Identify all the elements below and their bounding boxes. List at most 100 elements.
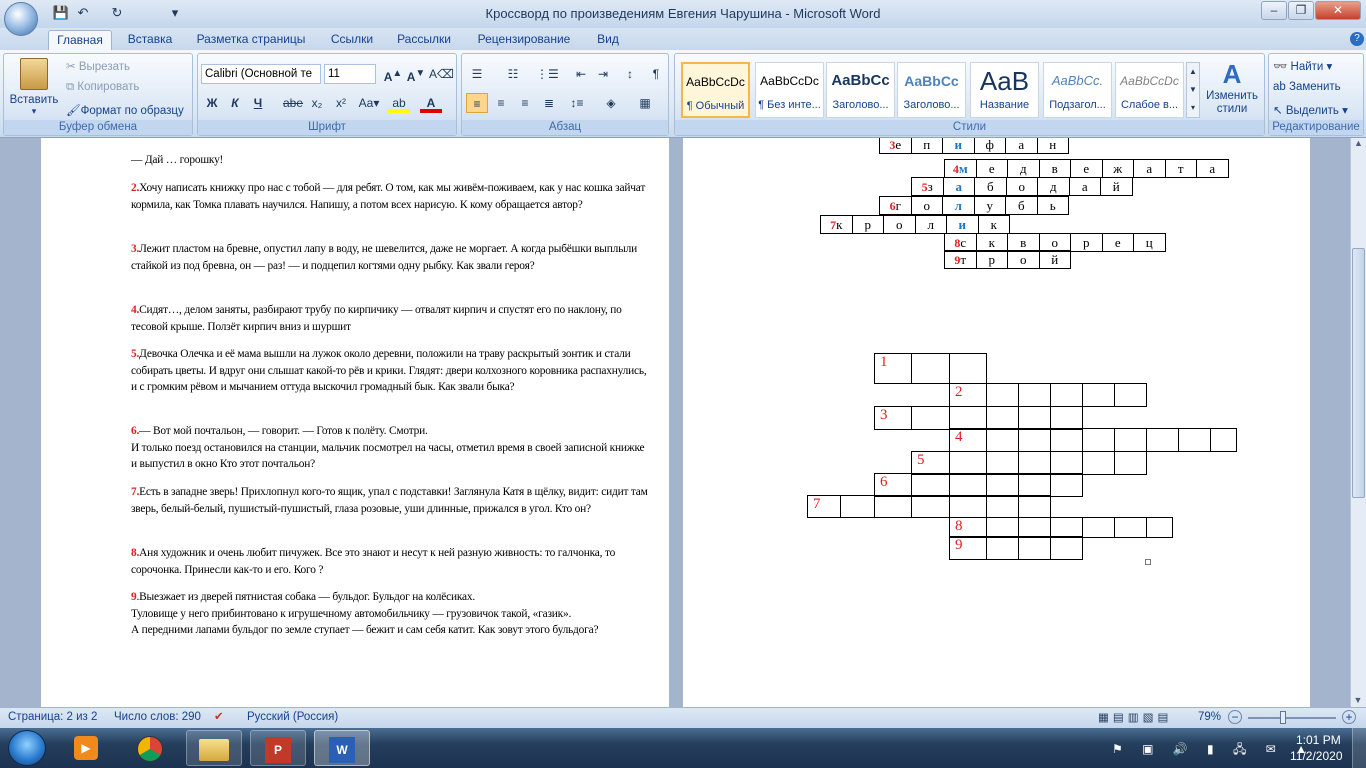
shading-icon[interactable]: ◈ (600, 93, 622, 113)
crossword-cell[interactable] (1178, 428, 1211, 452)
solved-cell[interactable]: а (1133, 159, 1166, 178)
crossword-cell[interactable]: 6 (874, 473, 912, 497)
crossword-cell[interactable] (1050, 428, 1083, 452)
bullets-icon[interactable]: ☰ (466, 64, 488, 84)
solved-cell[interactable]: 5з (911, 177, 944, 196)
align-left-icon[interactable]: ≡ (466, 93, 488, 113)
solved-cell[interactable]: б (1005, 196, 1038, 215)
solved-cell[interactable]: у (973, 196, 1006, 215)
style-subtle-emphasis[interactable]: AaBbCcDc Слабое в... (1115, 62, 1184, 118)
tab-insert[interactable]: Вставка (120, 30, 180, 50)
solved-cell[interactable]: р (851, 215, 884, 234)
scroll-up-icon[interactable]: ▲ (1351, 138, 1366, 154)
align-right-icon[interactable]: ≡ (514, 93, 536, 113)
crossword-cell[interactable] (949, 406, 987, 430)
crossword-cell[interactable] (1146, 517, 1173, 538)
style-heading1[interactable]: AaBbCc Заголово... (826, 62, 895, 118)
crossword-cell[interactable] (986, 406, 1019, 430)
crossword-cell[interactable] (986, 495, 1019, 518)
crossword-cell[interactable] (1210, 428, 1237, 452)
crossword-cell[interactable] (986, 383, 1019, 407)
style-subtitle[interactable]: AaBbCc. Подзагол... (1043, 62, 1112, 118)
increase-indent-icon[interactable]: ⇥ (592, 64, 614, 84)
solved-cell[interactable]: й (1038, 250, 1071, 269)
solved-cell[interactable]: 7к (820, 215, 853, 234)
solved-cell[interactable]: и (942, 138, 975, 154)
crossword-cell[interactable] (1082, 383, 1115, 407)
page-left[interactable]: — Дай … горошку! 2.Хочу написать книжку … (41, 138, 669, 707)
crossword-cell[interactable] (986, 428, 1019, 452)
font-size-select[interactable]: 11 (324, 64, 376, 84)
media-player-icon[interactable]: ▶ (58, 730, 114, 766)
crossword-cell[interactable]: 1 (874, 353, 912, 384)
restore-button[interactable]: ❐ (1288, 1, 1314, 20)
font-name-select[interactable]: Calibri (Основной те (201, 64, 321, 84)
find-button[interactable]: 👓 Найти ▾ (1273, 59, 1332, 73)
crossword-cell[interactable] (1018, 451, 1051, 475)
crossword-cell[interactable] (1050, 473, 1083, 497)
language[interactable]: Русский (Россия) (247, 711, 338, 723)
zoom-level[interactable]: 79% (1198, 711, 1221, 723)
zoom-in-icon[interactable]: + (1342, 710, 1356, 724)
line-spacing-icon[interactable]: ↕≡ (566, 93, 588, 113)
crossword-cell[interactable] (1018, 428, 1051, 452)
crossword-cell[interactable] (986, 451, 1019, 475)
solved-cell[interactable]: в (1038, 159, 1071, 178)
solved-cell[interactable]: е (975, 159, 1008, 178)
tab-layout[interactable]: Разметка страницы (188, 30, 314, 50)
solved-cell[interactable]: и (946, 215, 979, 234)
paste-button[interactable]: Вставить ▾ (8, 56, 60, 118)
zoom-out-icon[interactable]: − (1228, 710, 1242, 724)
crossword-cell[interactable] (911, 473, 950, 497)
solved-cell[interactable]: й (1100, 177, 1133, 196)
highlight-icon[interactable]: ab (388, 93, 410, 113)
crossword-cell[interactable] (911, 495, 950, 518)
tab-mailings[interactable]: Рассылки (390, 30, 458, 50)
change-case-icon[interactable]: Aa▾ (354, 93, 384, 113)
solved-cell[interactable]: о (1007, 250, 1040, 269)
crossword-cell[interactable] (949, 353, 987, 384)
vertical-scrollbar[interactable]: ▲ ▼ (1350, 138, 1366, 707)
explorer-icon[interactable] (186, 730, 242, 766)
crossword-cell[interactable] (1082, 451, 1115, 475)
decrease-indent-icon[interactable]: ⇤ (570, 64, 592, 84)
style-no-spacing[interactable]: AaBbCcDc ¶ Без инте... (755, 62, 824, 118)
shrink-font-icon[interactable]: A▼ (405, 64, 427, 84)
copy-button[interactable]: ⧉ Копировать (66, 81, 139, 94)
style-normal[interactable]: AaBbCcDc ¶ Обычный (681, 62, 750, 118)
solved-cell[interactable]: л (942, 196, 975, 215)
solved-cell[interactable]: ь (1036, 196, 1069, 215)
replace-button[interactable]: ab Заменить (1273, 81, 1341, 93)
grow-font-icon[interactable]: A▲ (382, 64, 404, 84)
crossword-cell[interactable] (1114, 451, 1147, 475)
clock-date[interactable]: 11/2/2020 (1290, 749, 1343, 763)
crossword-cell[interactable] (986, 517, 1019, 538)
page-right[interactable]: 3е п и ф а н 4м е д в е ж а т а 5з а б о д а й 6г о л у б ь 7к р о л и к 8… (683, 138, 1310, 707)
clear-format-icon[interactable]: A⌫ (429, 64, 454, 84)
crossword-cell[interactable] (949, 495, 987, 518)
word-count[interactable]: Число слов: 290 (114, 711, 201, 723)
solved-cell[interactable]: о (910, 196, 943, 215)
solved-cell[interactable]: т (1164, 159, 1197, 178)
page-count[interactable]: Страница: 2 из 2 (8, 711, 97, 723)
solved-cell[interactable]: ф (973, 138, 1006, 154)
crossword-cell[interactable] (1146, 428, 1179, 452)
style-heading2[interactable]: AaBbCc Заголово... (897, 62, 966, 118)
crossword-cell[interactable] (1018, 406, 1051, 430)
crossword-cell[interactable] (1082, 517, 1115, 538)
crossword-cell[interactable] (1018, 536, 1051, 560)
powerpoint-icon[interactable]: P (250, 730, 306, 766)
solved-cell[interactable]: д (1037, 177, 1070, 196)
cut-button[interactable]: ✂ Вырезать (66, 59, 130, 73)
proofing-icon[interactable]: ✔ (214, 709, 224, 723)
change-styles-button[interactable]: A Изменить стили (1203, 58, 1261, 116)
word-icon[interactable]: W (314, 730, 370, 766)
crossword-cell[interactable] (911, 406, 950, 430)
solved-cell[interactable]: к (977, 215, 1010, 234)
crossword-cell[interactable]: 4 (949, 428, 987, 452)
crossword-cell[interactable] (949, 473, 987, 497)
underline-icon[interactable]: Ч (247, 93, 269, 113)
show-marks-icon[interactable]: ¶ (645, 64, 667, 84)
crossword-cell[interactable]: 8 (949, 517, 987, 538)
tab-home[interactable]: Главная (48, 30, 112, 50)
